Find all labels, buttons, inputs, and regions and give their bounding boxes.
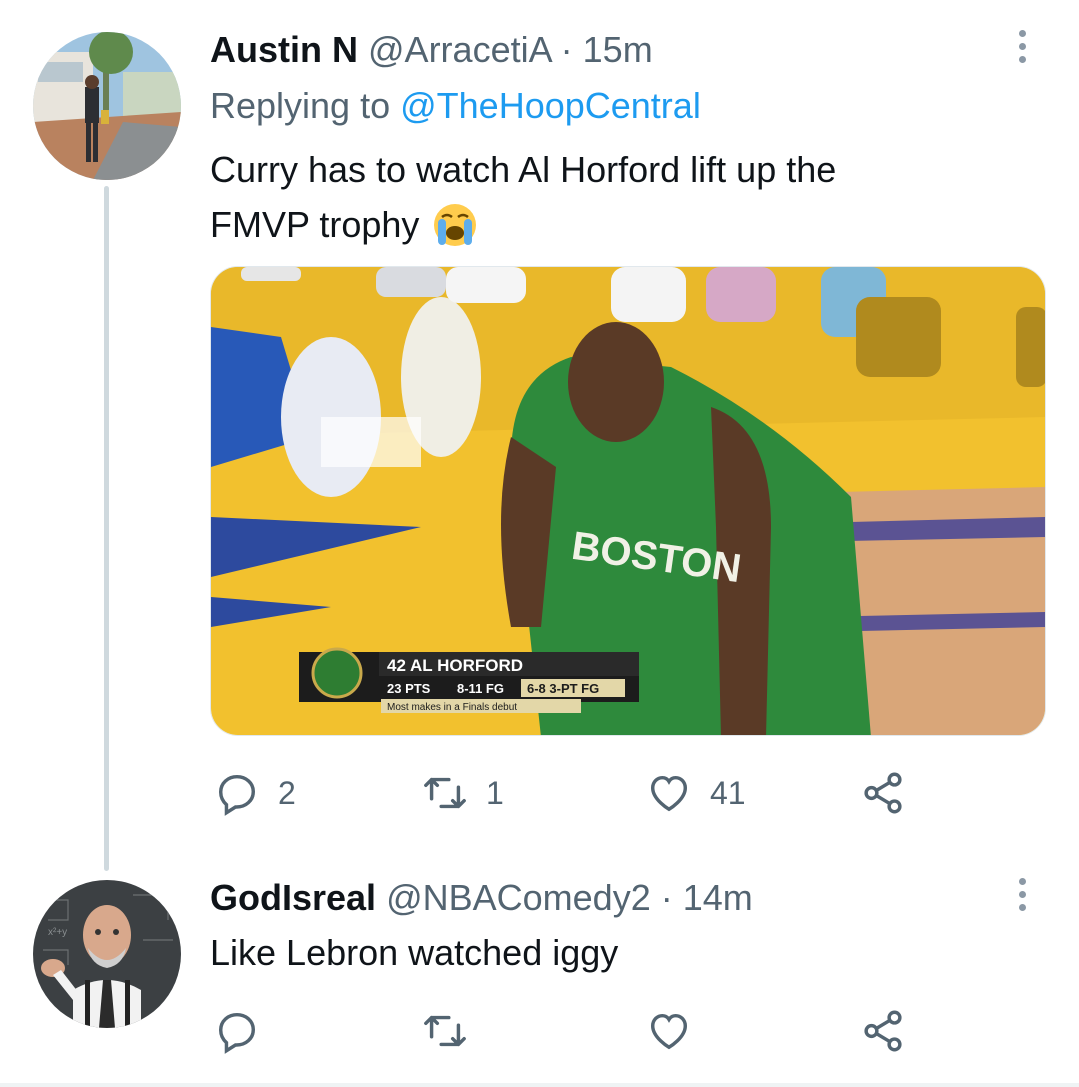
user-handle[interactable]: @NBAComedy2 — [386, 877, 651, 918]
thread-line — [104, 186, 109, 871]
scorebug-title: 42 AL HORFORD — [387, 656, 523, 675]
retweet-count: 1 — [486, 774, 504, 811]
avatar[interactable] — [33, 32, 181, 180]
user-handle[interactable]: @ArracetiA — [368, 29, 551, 70]
tweet-header: Austin N @ArracetiA · 15m — [210, 28, 653, 72]
share-button[interactable] — [860, 1006, 906, 1056]
avatar-image: x²+y — [33, 880, 181, 1028]
like-count: 41 — [710, 774, 746, 811]
tweet-text: Curry has to watch Al Horford lift up th… — [210, 142, 1010, 252]
reply-button[interactable]: 2 — [214, 768, 296, 818]
like-button[interactable]: 41 — [646, 768, 746, 818]
replying-to-link[interactable]: @TheHoopCentral — [400, 85, 701, 126]
like-icon — [650, 1013, 688, 1050]
replying-to: Replying to @TheHoopCentral — [210, 84, 701, 128]
svg-text:x²+y: x²+y — [48, 927, 67, 938]
scorebug-note: Most makes in a Finals debut — [387, 702, 517, 713]
tweet-text-line: FMVP trophy — [210, 204, 420, 245]
retweet-icon — [424, 777, 466, 809]
tweet-2[interactable]: x²+y GodIsreal @NBAComedy2 · 14m Like Le… — [0, 870, 1079, 1083]
display-name[interactable]: GodIsreal — [210, 877, 376, 918]
reply-icon — [218, 1012, 256, 1054]
more-icon[interactable] — [1007, 26, 1037, 66]
tweet-media-image[interactable]: BOSTON 42 AL HORFORD 23 PTS 8-11 FG 6-8 … — [210, 266, 1046, 736]
share-button[interactable] — [860, 768, 906, 818]
timestamp[interactable]: 14m — [683, 877, 753, 918]
separator-dot: · — [660, 877, 673, 918]
replying-prefix: Replying to — [210, 85, 391, 126]
share-icon — [864, 1010, 902, 1052]
tweet-text: Like Lebron watched iggy — [210, 925, 1010, 980]
tweet-text-line: Curry has to watch Al Horford lift up th… — [210, 149, 837, 190]
tweet-header: GodIsreal @NBAComedy2 · 14m — [210, 876, 753, 920]
retweet-button[interactable]: 1 — [422, 768, 504, 818]
timestamp[interactable]: 15m — [583, 29, 653, 70]
more-icon[interactable] — [1007, 874, 1037, 914]
tweet-1[interactable]: Austin N @ArracetiA · 15m Replying to @T… — [0, 0, 1079, 871]
reply-button[interactable] — [214, 1006, 260, 1056]
tweet-actions: 2 1 41 — [210, 768, 930, 818]
separator-dot: · — [560, 29, 573, 70]
avatar-image — [33, 32, 181, 180]
avatar[interactable]: x²+y — [33, 880, 181, 1028]
retweet-button[interactable] — [422, 1006, 468, 1056]
scorebug-stat-3pt: 6-8 3-PT FG — [527, 681, 599, 696]
scorebug-stat-fg: 8-11 FG — [457, 681, 504, 696]
reply-count: 2 — [278, 774, 296, 811]
tweet-text-line: Like Lebron watched iggy — [210, 932, 619, 973]
tweet-actions — [210, 1006, 930, 1056]
retweet-icon — [424, 1015, 466, 1047]
divider — [0, 1083, 1079, 1087]
display-name[interactable]: Austin N — [210, 29, 358, 70]
scorebug-stat-pts: 23 PTS — [387, 681, 431, 696]
like-icon — [650, 775, 688, 812]
reply-icon — [218, 774, 256, 816]
like-button[interactable] — [646, 1006, 692, 1056]
loudly-crying-face-icon — [434, 203, 477, 246]
share-icon — [864, 772, 902, 814]
basketball-photo: BOSTON 42 AL HORFORD 23 PTS 8-11 FG 6-8 … — [211, 267, 1045, 735]
